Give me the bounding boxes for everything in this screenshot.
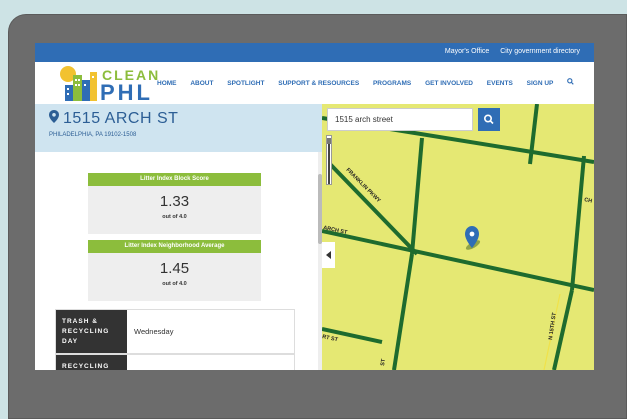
browser-screen: Mayor's Office City government directory [35,43,594,370]
map-search-button-icon [484,114,494,125]
schedule-value [127,355,294,370]
block-score-label: Litter Index Block Score [88,173,261,186]
nav-about[interactable]: ABOUT [190,80,213,87]
nav-menu: HOME ABOUT SPOTLIGHT SUPPORT & RESOURCES… [157,78,574,87]
schedule-label: TRASH & RECYCLING DAY [56,310,127,353]
neighborhood-score-value: 1.45 [159,260,190,277]
map-pin-icon [49,110,59,126]
nav-support-resources[interactable]: SUPPORT & RESOURCES [278,80,359,87]
logo-buildings-icon [65,72,97,101]
utility-links: Mayor's Office City government directory [436,48,580,55]
nav-get-involved[interactable]: GET INVOLVED [425,80,473,87]
neighborhood-score-card: Litter Index Neighborhood Average 1.45 o… [88,240,261,301]
search-icon[interactable] [567,78,574,87]
main-nav: CLEAN PHL HOME ABOUT SPOTLIGHT SUPPORT &… [35,62,594,105]
link-mayors-office[interactable]: Mayor's Office [445,48,489,55]
collapse-panel-button[interactable] [322,242,335,268]
schedule-row: RECYCLING [55,354,295,370]
map-search-button[interactable] [478,108,500,131]
map-search-box[interactable] [327,108,473,131]
nav-events[interactable]: EVENTS [487,80,513,87]
nav-home[interactable]: HOME [157,80,177,87]
schedule-table: TRASH & RECYCLING DAY Wednesday RECYCLIN… [55,309,295,370]
address-subtitle: PHILADELPHIA, PA 19102-1508 [49,132,137,138]
block-score-value: 1.33 [159,193,190,210]
logo-word-phl: PHL [100,80,153,105]
neighborhood-score-body: 1.45 out of 4.0 [88,253,261,301]
schedule-row: TRASH & RECYCLING DAY Wednesday [55,309,295,354]
nav-sign-up[interactable]: SIGN UP [527,80,554,87]
zoom-slider-track [328,144,330,184]
block-score-outof: out of 4.0 [162,214,187,220]
background-strip [0,0,627,14]
nav-spotlight[interactable]: SPOTLIGHT [227,80,264,87]
block-score-body: 1.33 out of 4.0 [88,186,261,234]
map-view[interactable]: FRANKLIN PKWY ARCH ST RT ST N 15TH ST CH… [322,104,594,370]
results-panel: Litter Index Block Score 1.33 out of 4.0… [35,152,322,370]
neighborhood-score-label: Litter Index Neighborhood Average [88,240,261,253]
map-roads: FRANKLIN PKWY ARCH ST RT ST N 15TH ST CH… [322,104,594,370]
address-title: 1515 ARCH ST [49,110,178,128]
utility-bar: Mayor's Office City government directory [35,43,594,62]
zoom-slider[interactable] [326,135,332,185]
schedule-label: RECYCLING [56,355,127,370]
address-title-text: 1515 ARCH ST [63,110,179,127]
nav-programs[interactable]: PROGRAMS [373,80,411,87]
schedule-value: Wednesday [127,310,294,353]
map-search-input[interactable] [328,109,472,130]
block-score-card: Litter Index Block Score 1.33 out of 4.0 [88,173,261,234]
chevron-left-icon [326,251,331,259]
link-city-directory[interactable]: City government directory [500,48,580,55]
address-header: 1515 ARCH ST PHILADELPHIA, PA 19102-1508 [35,104,322,152]
neighborhood-score-outof: out of 4.0 [162,281,187,287]
